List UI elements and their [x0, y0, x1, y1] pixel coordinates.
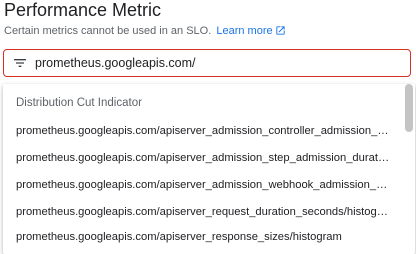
dropdown-scrollbar-thumb[interactable] — [405, 84, 413, 132]
metric-search-input[interactable] — [35, 56, 395, 70]
dropdown-option[interactable]: prometheus.googleapis.com/apiserver_admi… — [16, 175, 391, 195]
section-title: Performance Metric — [4, 0, 162, 20]
performance-metric-panel: Performance Metric Certain metrics canno… — [0, 0, 416, 254]
open-in-new-icon — [275, 26, 285, 35]
dropdown-option[interactable]: prometheus.googleapis.com/apiserver_admi… — [16, 148, 391, 168]
dropdown-option[interactable]: prometheus.googleapis.com/apiserver_admi… — [16, 121, 391, 141]
dropdown-group-header: Distribution Cut Indicator — [16, 97, 142, 109]
metric-search-field[interactable] — [3, 49, 411, 77]
metric-dropdown: Distribution Cut Indicator prometheus.go… — [3, 84, 415, 254]
dropdown-option[interactable]: prometheus.googleapis.com/apiserver_requ… — [16, 202, 391, 222]
helper-text-row: Certain metrics cannot be used in an SLO… — [4, 24, 286, 38]
filter-icon — [14, 59, 26, 67]
helper-text: Certain metrics cannot be used in an SLO… — [4, 25, 212, 37]
learn-more-link[interactable]: Learn more — [216, 25, 285, 37]
dropdown-option[interactable]: prometheus.googleapis.com/apiserver_resp… — [16, 227, 391, 247]
learn-more-label: Learn more — [216, 25, 273, 37]
